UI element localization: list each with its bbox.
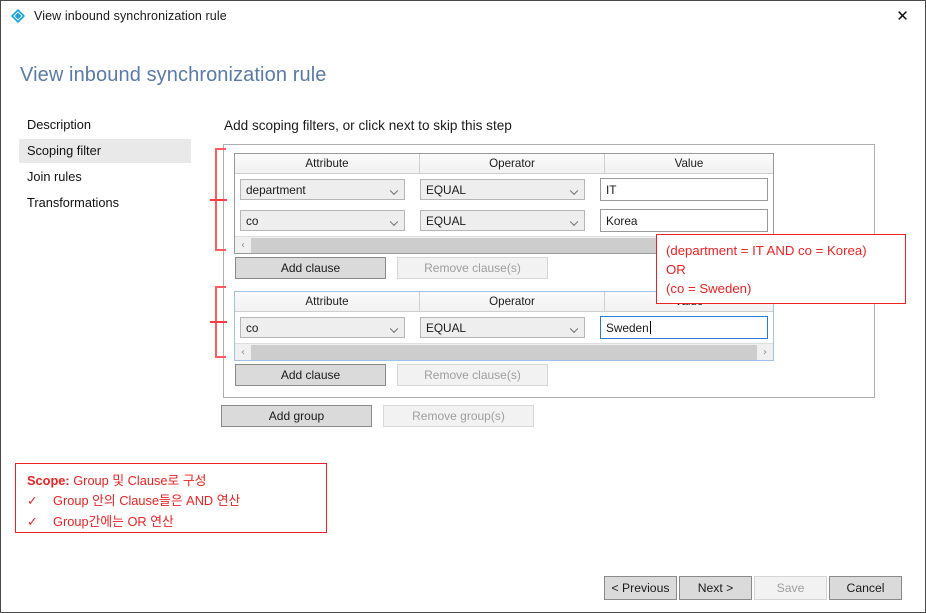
- group-1-bracket-annotation: [210, 148, 227, 251]
- sidebar-item-transformations[interactable]: Transformations: [19, 191, 191, 215]
- value-input[interactable]: Sweden: [600, 316, 768, 339]
- dialog-window: View inbound synchronization rule ✕ View…: [0, 0, 926, 613]
- add-group-button[interactable]: Add group: [221, 405, 372, 427]
- column-header-operator: Operator: [420, 292, 605, 311]
- dialog-footer: < Previous Next > Save Cancel: [604, 576, 902, 600]
- operator-dropdown-value: EQUAL: [426, 320, 466, 335]
- save-button[interactable]: Save: [754, 576, 827, 600]
- check-icon: ✓: [27, 494, 38, 509]
- sync-rule-diamond-icon: [10, 8, 26, 24]
- value-input[interactable]: Korea: [600, 209, 768, 232]
- scope-bullet-2: ✓ Group간에는 OR 연산: [27, 512, 326, 533]
- horizontal-scrollbar[interactable]: ‹ ›: [235, 343, 773, 360]
- chevron-down-icon: [391, 325, 398, 329]
- clause-row: department EQUAL IT: [235, 174, 773, 205]
- bracket-pointer: [210, 198, 227, 201]
- chevron-down-icon: [571, 325, 578, 329]
- chevron-down-icon: [571, 218, 578, 222]
- formula-line-2: OR: [666, 262, 686, 277]
- window-title: View inbound synchronization rule: [34, 9, 227, 23]
- formula-line-1: (department = IT AND co = Korea): [666, 243, 867, 258]
- attribute-dropdown[interactable]: co: [240, 317, 405, 338]
- attribute-dropdown[interactable]: co: [240, 210, 405, 231]
- sidebar-item-description[interactable]: Description: [19, 113, 191, 137]
- scroll-left-icon[interactable]: ‹: [235, 237, 251, 254]
- scroll-right-icon[interactable]: ›: [757, 344, 773, 361]
- close-icon[interactable]: ✕: [880, 1, 925, 31]
- sidebar: Description Scoping filter Join rules Tr…: [19, 113, 191, 217]
- attribute-dropdown-value: co: [246, 213, 259, 228]
- clause-row: co EQUAL Korea: [235, 205, 773, 236]
- scope-label: Scope:: [27, 473, 70, 488]
- column-header-operator: Operator: [420, 154, 605, 173]
- chevron-down-icon: [391, 218, 398, 222]
- chevron-down-icon: [571, 187, 578, 191]
- value-input-text: Sweden: [606, 320, 649, 335]
- operator-dropdown[interactable]: EQUAL: [420, 210, 585, 231]
- operator-dropdown[interactable]: EQUAL: [420, 179, 585, 200]
- chevron-down-icon: [391, 187, 398, 191]
- value-input[interactable]: IT: [600, 178, 768, 201]
- scope-title-rest: Group 및 Clause로 구성: [69, 473, 207, 488]
- group-actions: Add group Remove group(s): [221, 405, 534, 427]
- clause-row: co EQUAL Sweden: [235, 312, 773, 343]
- formula-annotation: (department = IT AND co = Korea) OR (co …: [656, 234, 906, 304]
- check-icon: ✓: [27, 515, 38, 530]
- attribute-dropdown[interactable]: department: [240, 179, 405, 200]
- group-2-clause-actions: Add clause Remove clause(s): [235, 364, 548, 386]
- bracket-pointer: [210, 321, 227, 323]
- attribute-dropdown-value: co: [246, 320, 259, 335]
- add-clause-button[interactable]: Add clause: [235, 257, 386, 279]
- scroll-left-icon[interactable]: ‹: [235, 344, 251, 361]
- attribute-dropdown-value: department: [246, 182, 306, 197]
- value-input-text: Korea: [606, 213, 638, 228]
- step-instruction: Add scoping filters, or click next to sk…: [224, 118, 512, 133]
- remove-clause-button[interactable]: Remove clause(s): [397, 364, 548, 386]
- page-title: View inbound synchronization rule: [20, 64, 327, 86]
- remove-clause-button[interactable]: Remove clause(s): [397, 257, 548, 279]
- remove-group-button[interactable]: Remove group(s): [383, 405, 534, 427]
- group-1-clause-actions: Add clause Remove clause(s): [235, 257, 548, 279]
- text-caret: [649, 321, 651, 334]
- sidebar-item-scoping-filter[interactable]: Scoping filter: [19, 139, 191, 163]
- scope-bullet-1-text: Group 안의 Clause들은 AND 연산: [53, 493, 241, 508]
- title-bar: View inbound synchronization rule ✕: [1, 1, 925, 31]
- column-header-value: Value: [605, 154, 773, 173]
- add-clause-button[interactable]: Add clause: [235, 364, 386, 386]
- operator-dropdown[interactable]: EQUAL: [420, 317, 585, 338]
- next-button[interactable]: Next >: [679, 576, 752, 600]
- group-2-bracket-annotation: [210, 286, 227, 358]
- column-header-attribute: Attribute: [235, 154, 420, 173]
- scope-bullet-2-text: Group간에는 OR 연산: [53, 514, 174, 529]
- previous-button[interactable]: < Previous: [604, 576, 677, 600]
- scope-annotation-title-line: Scope: Group 및 Clause로 구성: [27, 471, 326, 491]
- scope-bullet-1: ✓ Group 안의 Clause들은 AND 연산: [27, 491, 326, 512]
- scrollbar-thumb[interactable]: [251, 344, 757, 360]
- grid-header-row-1: Attribute Operator Value: [235, 154, 773, 174]
- column-header-attribute: Attribute: [235, 292, 420, 311]
- sidebar-item-join-rules[interactable]: Join rules: [19, 165, 191, 189]
- scope-annotation: Scope: Group 및 Clause로 구성 ✓ Group 안의 Clau…: [15, 463, 327, 533]
- operator-dropdown-value: EQUAL: [426, 213, 466, 228]
- formula-line-3: (co = Sweden): [666, 281, 752, 296]
- cancel-button[interactable]: Cancel: [829, 576, 902, 600]
- value-input-text: IT: [606, 182, 617, 197]
- operator-dropdown-value: EQUAL: [426, 182, 466, 197]
